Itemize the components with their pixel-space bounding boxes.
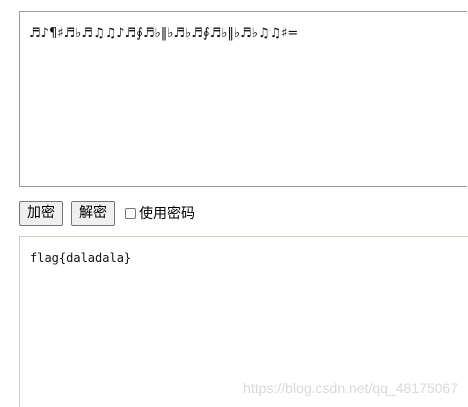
use-password-option[interactable]: 使用密码 <box>125 201 195 226</box>
encrypt-button[interactable]: 加密 <box>19 200 63 226</box>
page: ♬♪¶♯♬♭♬♫♫♪♬∮♬♭‖♭♬♭♬∮♬♭‖♭♬♭♫♫♯= 加密 解密 使用密… <box>0 0 468 407</box>
decrypt-button[interactable]: 解密 <box>71 200 115 226</box>
watermark: https://blog.csdn.net/qq_48175067 <box>243 380 458 396</box>
use-password-checkbox[interactable] <box>125 207 136 219</box>
input-textarea[interactable]: ♬♪¶♯♬♭♬♫♫♪♬∮♬♭‖♭♬♭♬∮♬♭‖♭♬♭♫♫♯= <box>19 11 467 187</box>
use-password-label: 使用密码 <box>139 206 195 222</box>
controls-bar: 加密 解密 使用密码 <box>19 200 195 226</box>
